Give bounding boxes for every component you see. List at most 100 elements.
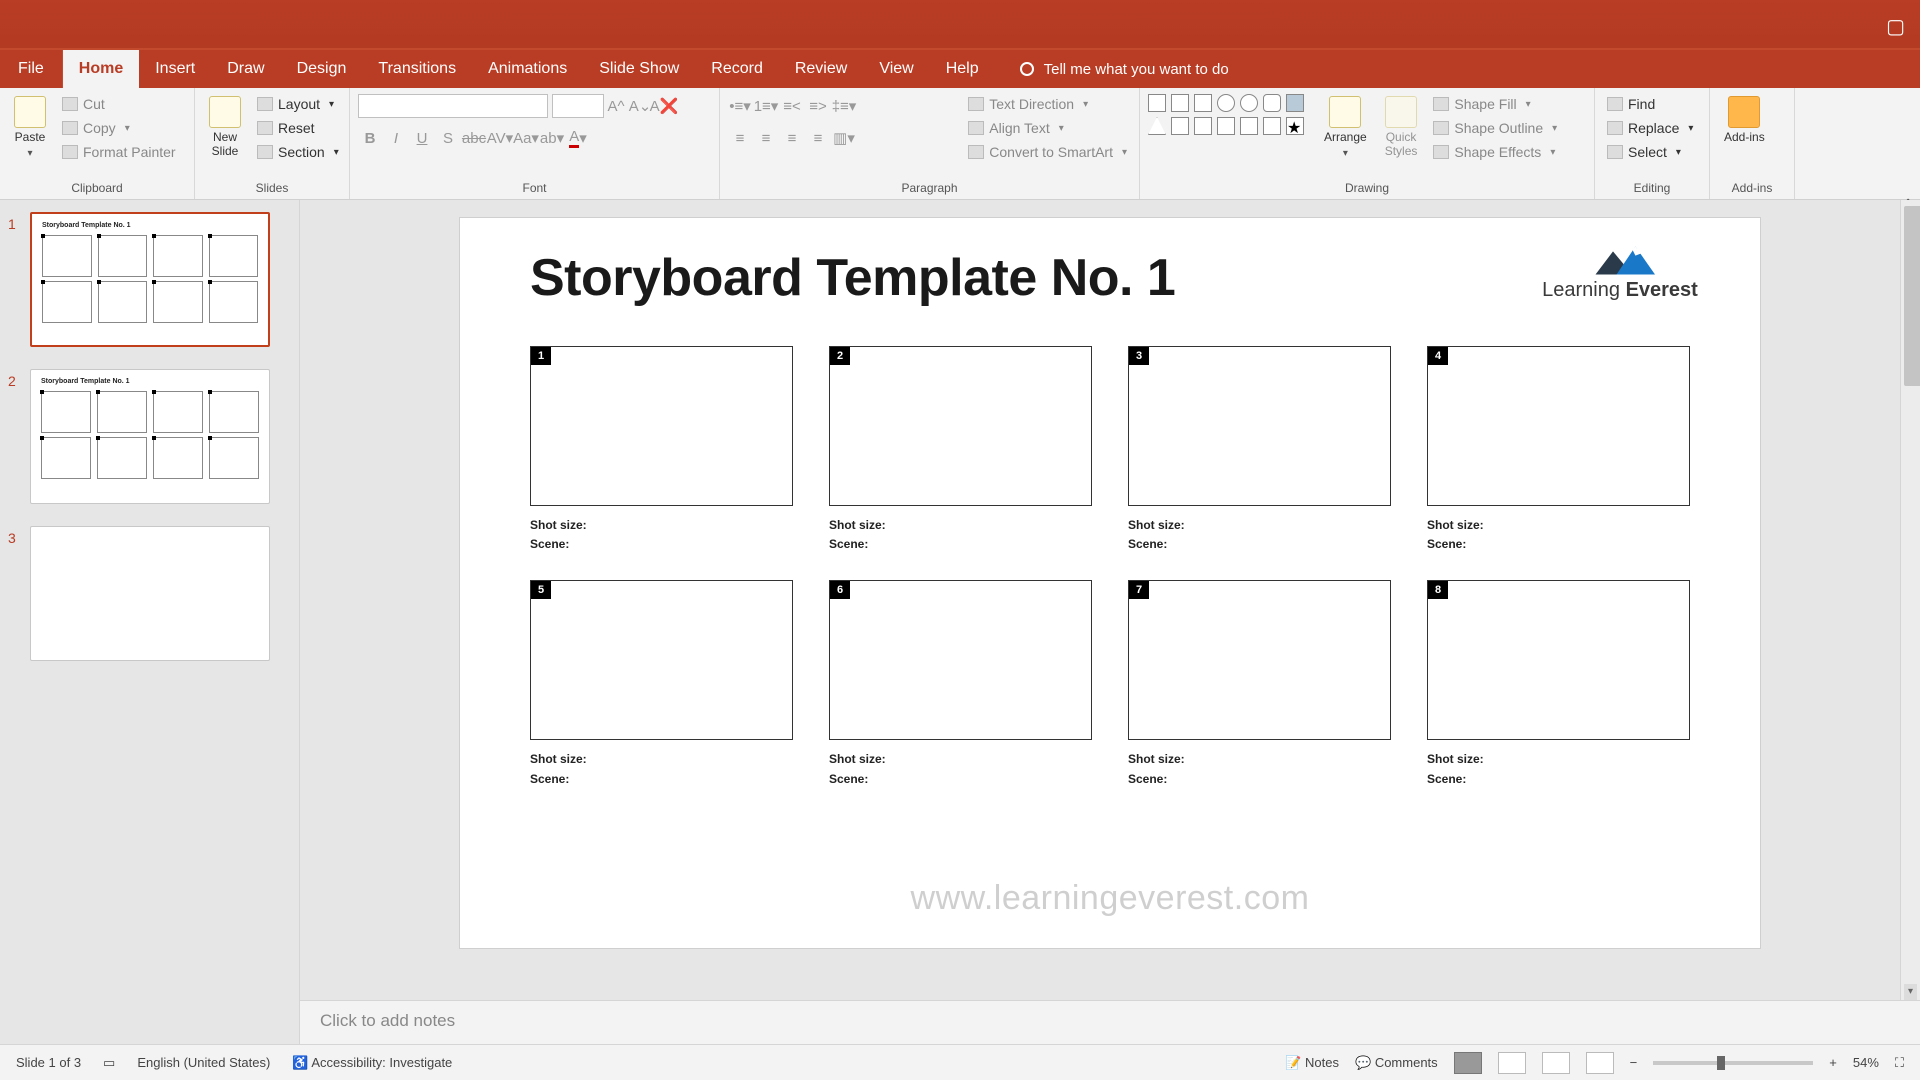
increase-indent-button[interactable]: ≡> xyxy=(806,94,830,118)
frame-metadata[interactable]: Shot size:Scene: xyxy=(1128,516,1391,554)
slide-title[interactable]: Storyboard Template No. 1 xyxy=(530,248,1690,308)
tab-animations[interactable]: Animations xyxy=(472,50,583,88)
layout-button[interactable]: Layout▾ xyxy=(253,94,343,114)
strikethrough-button[interactable]: S xyxy=(436,126,460,150)
tab-review[interactable]: Review xyxy=(779,50,863,88)
frame-metadata[interactable]: Shot size:Scene: xyxy=(1427,750,1690,788)
new-slide-button[interactable]: New Slide xyxy=(203,94,247,161)
reading-view-button[interactable] xyxy=(1542,1052,1570,1074)
storyboard-cell[interactable]: 2Shot size:Scene: xyxy=(829,346,1092,554)
columns-button[interactable]: ▥▾ xyxy=(832,126,856,150)
align-text-button[interactable]: Align Text▾ xyxy=(964,118,1131,138)
storyboard-cell[interactable]: 4 Shot size:Scene: xyxy=(1427,346,1690,554)
storyboard-frame[interactable]: 8 xyxy=(1427,580,1690,740)
align-center-button[interactable]: ≡ xyxy=(754,126,778,150)
bold-button[interactable]: B xyxy=(358,126,382,150)
slideshow-view-button[interactable] xyxy=(1586,1052,1614,1074)
slide-thumbnail[interactable]: Storyboard Template No. 1 xyxy=(30,369,270,504)
storyboard-frame[interactable]: 6 xyxy=(829,580,1092,740)
format-painter-button[interactable]: Format Painter xyxy=(58,142,180,162)
tab-insert[interactable]: Insert xyxy=(139,50,211,88)
addins-button[interactable]: Add-ins xyxy=(1718,94,1771,147)
storyboard-frame[interactable]: 4 xyxy=(1427,346,1690,506)
cut-button[interactable]: Cut xyxy=(58,94,180,114)
text-shadow-button[interactable]: abc xyxy=(462,126,486,150)
tell-me-search[interactable]: Tell me what you want to do xyxy=(1020,61,1229,78)
shape-fill-button[interactable]: Shape Fill▾ xyxy=(1429,94,1561,114)
select-button[interactable]: Select▾ xyxy=(1603,142,1697,162)
bullets-button[interactable]: •≡▾ xyxy=(728,94,752,118)
scroll-down-icon[interactable]: ▾ xyxy=(1904,984,1917,1000)
replace-button[interactable]: Replace▾ xyxy=(1603,118,1697,138)
storyboard-frame[interactable]: 1 xyxy=(530,346,793,506)
slide-thumbnail[interactable] xyxy=(30,526,270,661)
character-spacing-button[interactable]: AV▾ xyxy=(488,126,512,150)
frame-metadata[interactable]: Shot size:Scene: xyxy=(530,750,793,788)
underline-button[interactable]: U xyxy=(410,126,434,150)
change-case-button[interactable]: Aa▾ xyxy=(514,126,538,150)
numbering-button[interactable]: 1≡▾ xyxy=(754,94,778,118)
proofing-icon[interactable]: ▭ xyxy=(103,1055,115,1071)
tab-home[interactable]: Home xyxy=(63,50,139,88)
font-color-button[interactable]: A▾ xyxy=(566,126,590,150)
arrange-button[interactable]: Arrange ▾ xyxy=(1318,94,1373,161)
tab-file[interactable]: File xyxy=(0,50,63,88)
storyboard-frame[interactable]: 7 xyxy=(1128,580,1391,740)
storyboard-cell[interactable]: 7 Shot size:Scene: xyxy=(1128,580,1391,788)
shape-gallery[interactable]: ★ xyxy=(1148,94,1306,137)
zoom-out-button[interactable]: − xyxy=(1630,1055,1638,1070)
accessibility-status[interactable]: ♿ Accessibility: Investigate xyxy=(292,1055,452,1071)
font-size-input[interactable] xyxy=(552,94,604,118)
frame-metadata[interactable]: Shot size:Scene: xyxy=(1427,516,1690,554)
line-spacing-button[interactable]: ‡≡▾ xyxy=(832,94,856,118)
reset-button[interactable]: Reset xyxy=(253,118,343,138)
tab-design[interactable]: Design xyxy=(281,50,363,88)
tab-transitions[interactable]: Transitions xyxy=(362,50,472,88)
comments-bubble-icon[interactable]: ▢ xyxy=(1886,14,1905,39)
normal-view-button[interactable] xyxy=(1454,1052,1482,1074)
comments-toggle[interactable]: 💬 Comments xyxy=(1355,1055,1438,1071)
slide-counter[interactable]: Slide 1 of 3 xyxy=(16,1055,81,1070)
zoom-level[interactable]: 54% xyxy=(1853,1055,1879,1070)
frame-metadata[interactable]: Shot size:Scene: xyxy=(829,750,1092,788)
convert-smartart-button[interactable]: Convert to SmartArt▾ xyxy=(964,142,1131,162)
zoom-in-button[interactable]: + xyxy=(1829,1055,1837,1070)
clear-formatting-button[interactable]: A❌ xyxy=(652,94,676,118)
find-button[interactable]: Find xyxy=(1603,94,1697,114)
fit-to-window-button[interactable]: ⛶ xyxy=(1895,1055,1904,1071)
copy-button[interactable]: Copy▾ xyxy=(58,118,180,138)
storyboard-frame[interactable]: 3 xyxy=(1128,346,1391,506)
zoom-slider[interactable] xyxy=(1653,1061,1813,1065)
font-family-input[interactable] xyxy=(358,94,548,118)
slide[interactable]: Storyboard Template No. 1 Learning Evere… xyxy=(460,218,1760,948)
frame-metadata[interactable]: Shot size:Scene: xyxy=(1128,750,1391,788)
highlight-button[interactable]: ab▾ xyxy=(540,126,564,150)
decrease-font-button[interactable]: A⌄ xyxy=(628,94,652,118)
align-right-button[interactable]: ≡ xyxy=(780,126,804,150)
slide-thumbnail[interactable]: Storyboard Template No. 1 xyxy=(30,212,270,347)
tab-record[interactable]: Record xyxy=(695,50,779,88)
storyboard-cell[interactable]: 1 Shot size:Scene: xyxy=(530,346,793,554)
shape-effects-button[interactable]: Shape Effects▾ xyxy=(1429,142,1561,162)
language-status[interactable]: English (United States) xyxy=(137,1055,270,1070)
increase-font-button[interactable]: A^ xyxy=(604,94,628,118)
vertical-scrollbar[interactable]: ▾ xyxy=(1900,200,1920,1000)
tab-help[interactable]: Help xyxy=(930,50,995,88)
storyboard-frame[interactable]: 2 xyxy=(829,346,1092,506)
italic-button[interactable]: I xyxy=(384,126,408,150)
storyboard-cell[interactable]: 3 Shot size:Scene: xyxy=(1128,346,1391,554)
align-left-button[interactable]: ≡ xyxy=(728,126,752,150)
storyboard-cell[interactable]: 8 Shot size:Scene: xyxy=(1427,580,1690,788)
text-direction-button[interactable]: Text Direction▾ xyxy=(964,94,1131,114)
shape-outline-button[interactable]: Shape Outline▾ xyxy=(1429,118,1561,138)
scrollbar-thumb[interactable] xyxy=(1904,206,1920,386)
tab-draw[interactable]: Draw xyxy=(211,50,280,88)
storyboard-frame[interactable]: 5 xyxy=(530,580,793,740)
storyboard-cell[interactable]: 6 Shot size:Scene: xyxy=(829,580,1092,788)
slide-sorter-button[interactable] xyxy=(1498,1052,1526,1074)
storyboard-cell[interactable]: 5 Shot size:Scene: xyxy=(530,580,793,788)
paste-button[interactable]: Paste ▾ xyxy=(8,94,52,161)
tab-slideshow[interactable]: Slide Show xyxy=(583,50,695,88)
tab-view[interactable]: View xyxy=(863,50,929,88)
frame-metadata[interactable]: Shot size:Scene: xyxy=(530,516,793,554)
